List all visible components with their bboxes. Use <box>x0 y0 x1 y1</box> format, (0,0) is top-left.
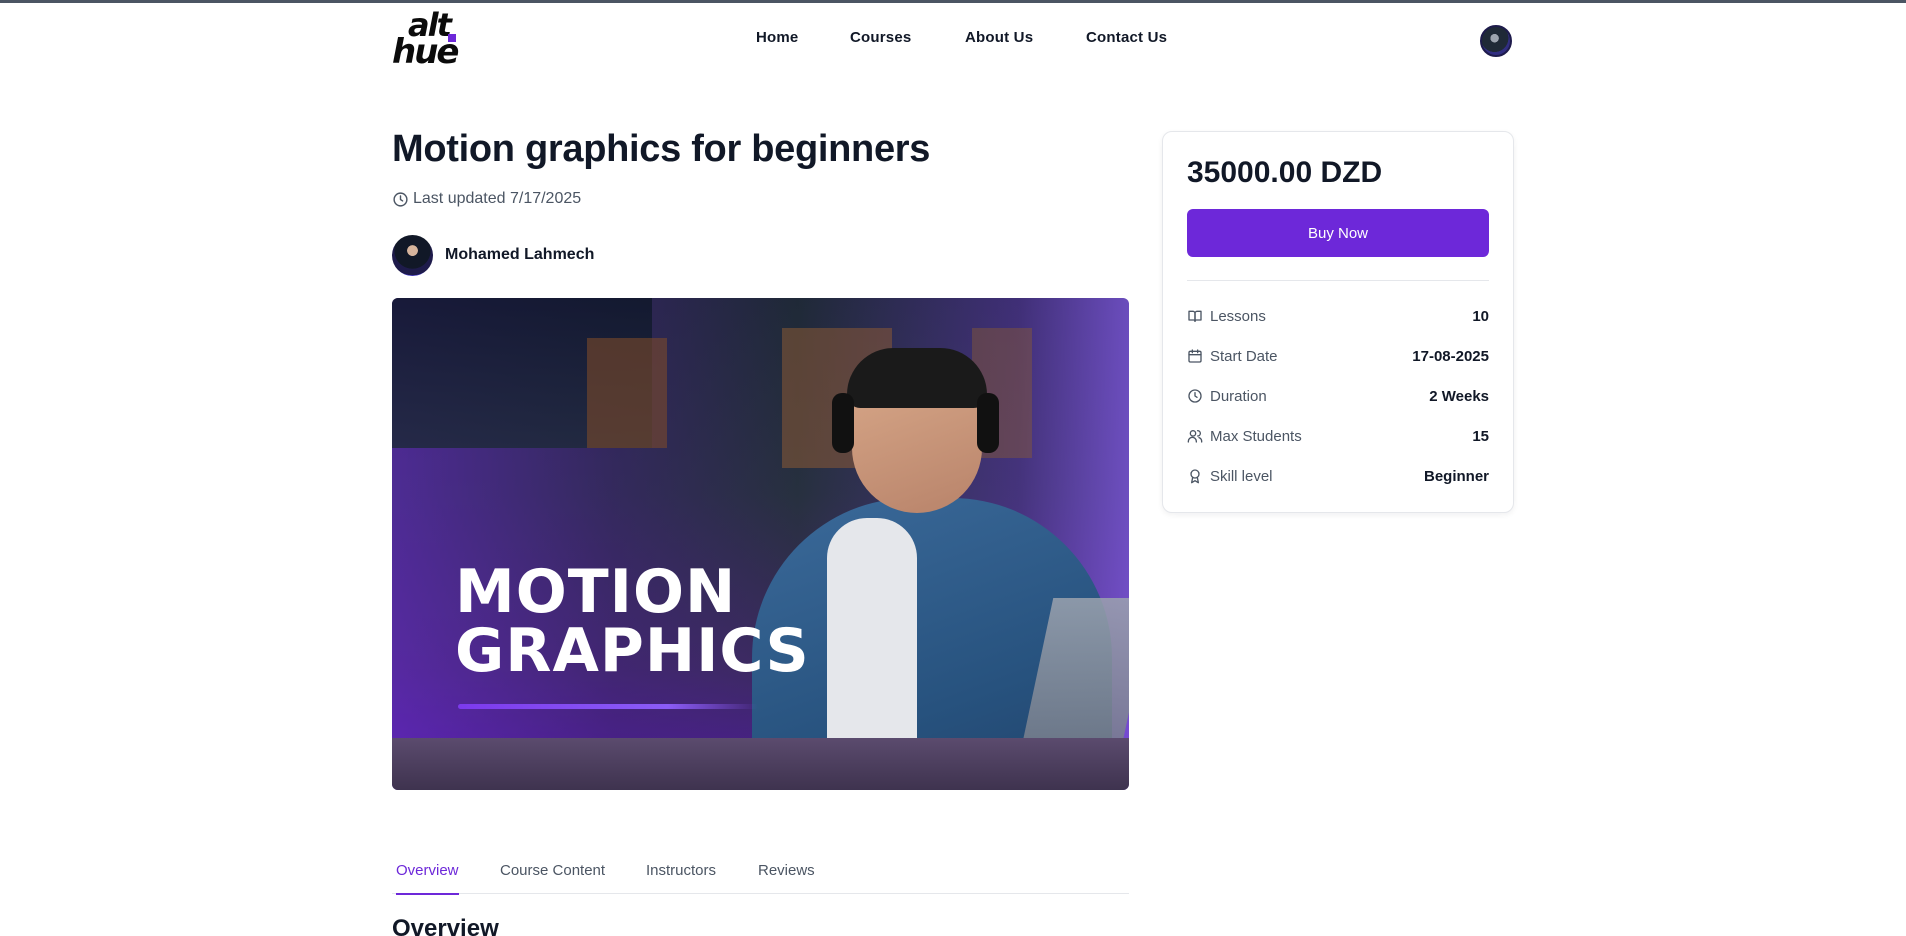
last-updated: Last updated 7/17/2025 <box>392 189 581 209</box>
clock-icon <box>1188 389 1202 403</box>
course-tabs: Overview Course Content Instructors Revi… <box>392 862 1129 895</box>
hero-title: MOTION GRAPHICS <box>455 557 810 686</box>
course-price: 35000.00 DZD <box>1187 156 1383 189</box>
hero-underline <box>458 704 758 709</box>
nav-courses[interactable]: Courses <box>850 29 911 46</box>
course-hero-image: MOTION GRAPHICS <box>392 298 1129 790</box>
logo-text-bottom: hue <box>392 32 459 72</box>
course-title: Motion graphics for beginners <box>392 128 931 170</box>
detail-value: 10 <box>1472 307 1489 325</box>
hero-title-line-2: GRAPHICS <box>455 616 810 686</box>
course-author[interactable]: Mohamed Lahmech <box>392 234 594 276</box>
detail-label: Start Date <box>1210 347 1278 365</box>
author-avatar <box>392 234 433 276</box>
book-icon <box>1188 310 1202 322</box>
nav-about-us[interactable]: About Us <box>965 29 1033 46</box>
detail-label: Skill level <box>1210 467 1273 485</box>
detail-label: Lessons <box>1210 307 1266 325</box>
author-name: Mohamed Lahmech <box>445 246 595 263</box>
detail-value: Beginner <box>1423 467 1489 485</box>
site-header: alt hue Home Courses About Us Contact Us <box>0 0 1906 82</box>
detail-max-students: Max Students 15 <box>1187 424 1489 448</box>
tab-overview[interactable]: Overview <box>396 862 459 895</box>
award-icon <box>1190 469 1200 484</box>
detail-duration: Duration 2 Weeks <box>1187 384 1489 408</box>
hero-title-line-1: MOTION <box>455 557 737 627</box>
card-divider <box>1187 280 1489 281</box>
detail-skill-level: Skill level Beginner <box>1187 464 1489 488</box>
detail-label: Duration <box>1210 387 1267 405</box>
nav-home[interactable]: Home <box>756 29 798 46</box>
detail-value: 17-08-2025 <box>1412 347 1489 365</box>
nav-contact-us[interactable]: Contact Us <box>1086 29 1167 46</box>
clock-icon <box>393 191 408 207</box>
detail-lessons: Lessons 10 <box>1187 304 1489 328</box>
tab-reviews[interactable]: Reviews <box>758 862 815 894</box>
buy-now-button[interactable]: Buy Now <box>1187 209 1489 257</box>
user-avatar[interactable] <box>1480 25 1512 57</box>
purchase-card: 35000.00 DZD Buy Now Lessons 10 Start Da… <box>1162 131 1514 513</box>
tab-course-content[interactable]: Course Content <box>500 862 605 894</box>
calendar-icon <box>1188 349 1202 363</box>
overview-heading: Overview <box>392 915 499 936</box>
detail-value: 2 Weeks <box>1429 387 1489 405</box>
last-updated-text: Last updated 7/17/2025 <box>413 190 582 207</box>
tab-instructors[interactable]: Instructors <box>646 862 716 894</box>
detail-start-date: Start Date 17-08-2025 <box>1187 344 1489 368</box>
detail-value: 15 <box>1472 427 1489 445</box>
detail-label: Max Students <box>1210 427 1302 445</box>
althue-logo[interactable]: alt hue <box>392 9 464 72</box>
users-icon <box>1187 430 1203 443</box>
